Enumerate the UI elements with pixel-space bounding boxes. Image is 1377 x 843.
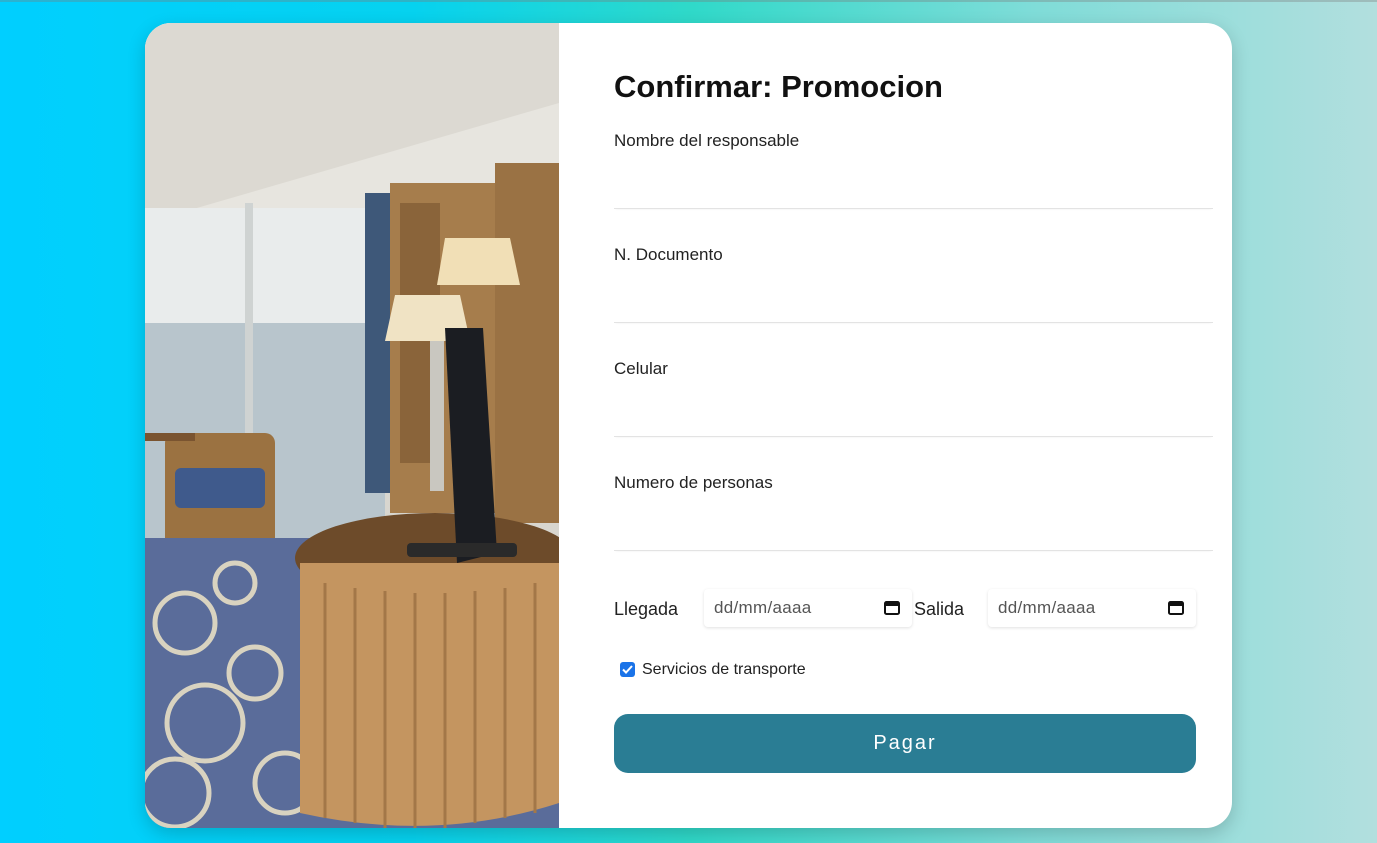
booking-form: Confirmar: Promocion Nombre del responsa… — [614, 23, 1214, 828]
people-count-field: Numero de personas — [614, 473, 1213, 551]
document-number-field: N. Documento — [614, 245, 1213, 323]
arrival-date-input[interactable]: dd/mm/aaaa — [704, 589, 912, 627]
date-range-row: Llegada dd/mm/aaaa Salida dd/mm/aaaa — [614, 589, 1213, 629]
transport-label: Servicios de transporte — [642, 661, 806, 678]
arrival-label: Llegada — [614, 599, 679, 619]
form-title: Confirmar: Promocion — [614, 69, 943, 104]
arrival-date-placeholder: dd/mm/aaaa — [714, 598, 812, 617]
hotel-room-photo — [145, 23, 559, 828]
phone-label: Celular — [614, 359, 668, 378]
departure-label: Salida — [914, 599, 965, 619]
checkmark-icon — [622, 665, 633, 674]
responsible-name-label: Nombre del responsable — [614, 131, 800, 150]
calendar-icon[interactable] — [884, 600, 900, 615]
departure-date-input[interactable]: dd/mm/aaaa — [988, 589, 1196, 627]
responsible-name-input[interactable] — [614, 171, 1213, 209]
document-number-input[interactable] — [614, 285, 1213, 323]
phone-field: Celular — [614, 359, 1213, 437]
people-count-label: Numero de personas — [614, 473, 773, 492]
people-count-input[interactable] — [614, 513, 1213, 551]
booking-card: Confirmar: Promocion Nombre del responsa… — [145, 23, 1232, 828]
phone-input[interactable] — [614, 399, 1213, 437]
pay-button[interactable]: Pagar — [614, 714, 1196, 773]
transport-checkbox[interactable] — [620, 662, 635, 677]
calendar-icon[interactable] — [1168, 600, 1184, 615]
window-top-border — [0, 0, 1377, 2]
document-number-label: N. Documento — [614, 245, 723, 264]
departure-date-placeholder: dd/mm/aaaa — [998, 598, 1096, 617]
responsible-name-field: Nombre del responsable — [614, 131, 1213, 209]
